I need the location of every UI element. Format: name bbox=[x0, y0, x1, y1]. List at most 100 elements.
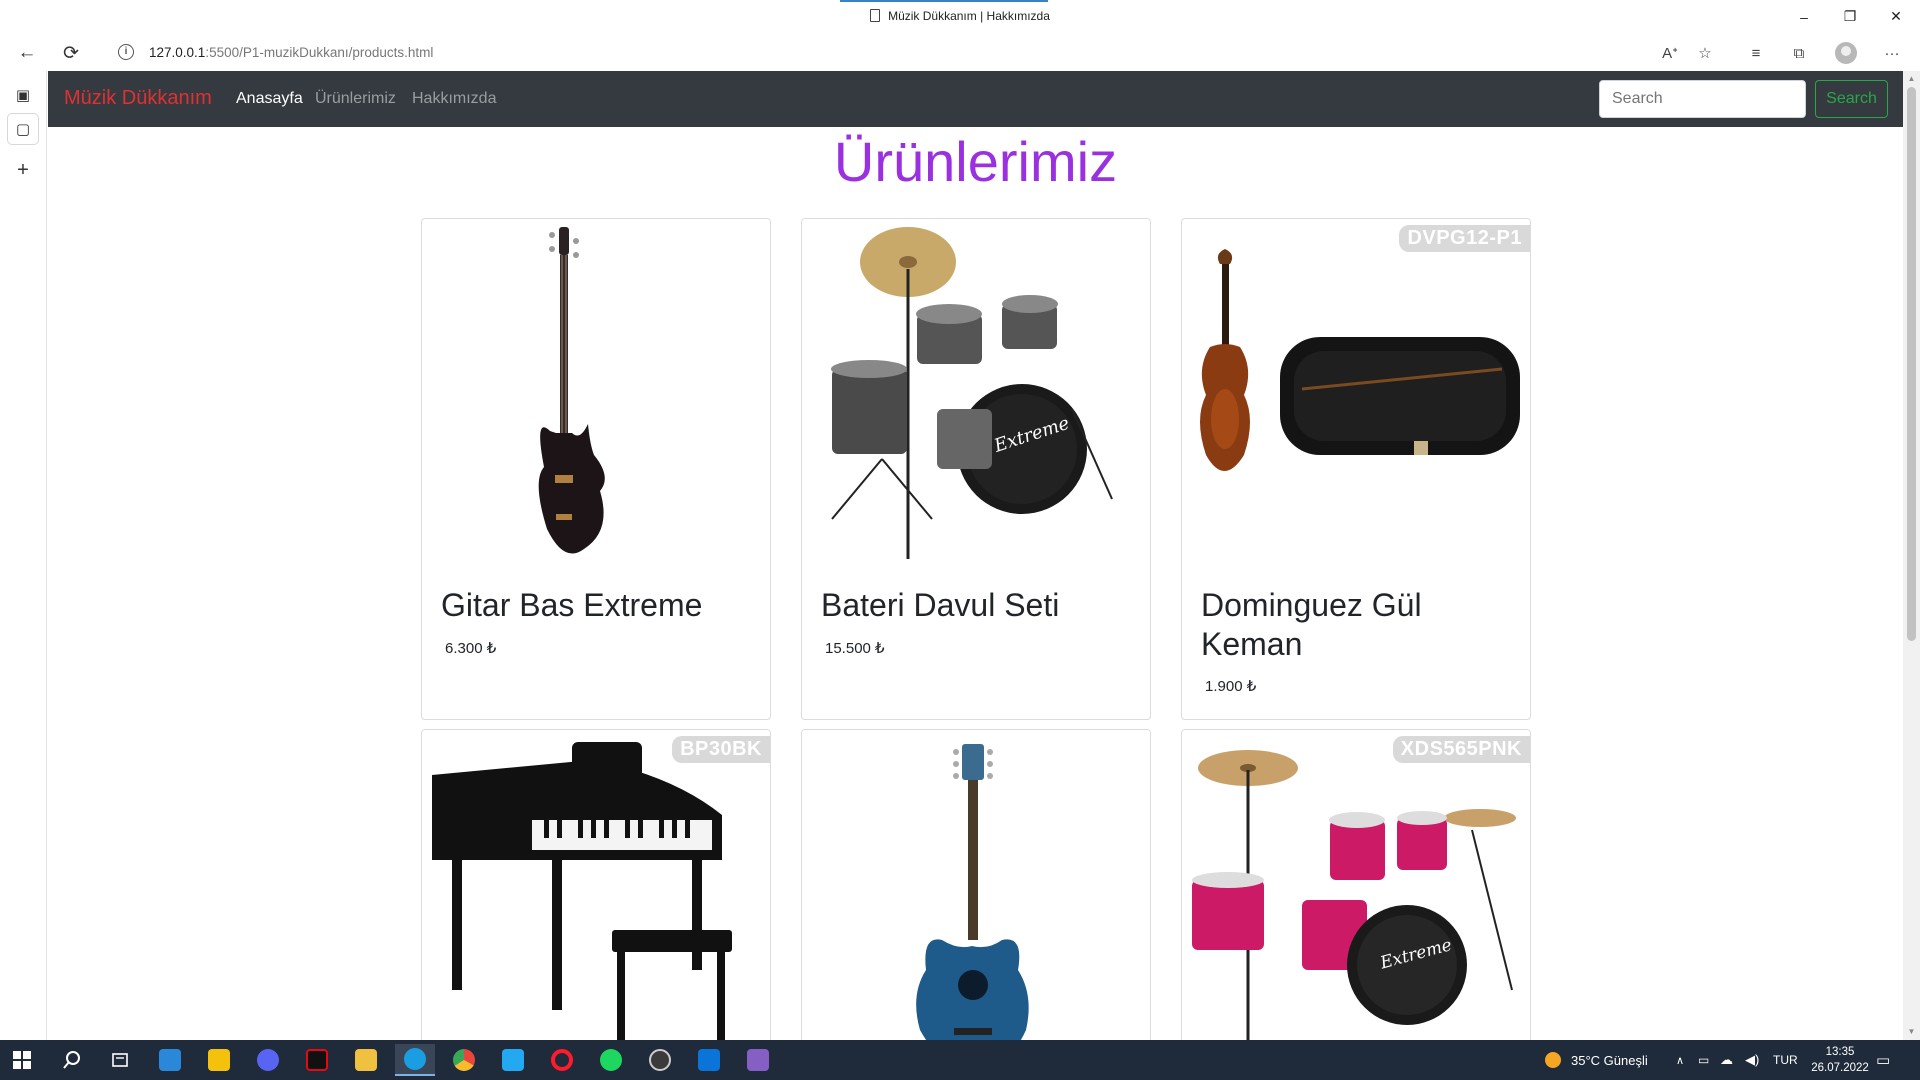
collections-icon[interactable]: ⧉ bbox=[1783, 37, 1815, 69]
product-card[interactable]: XDS565PNK Extreme bbox=[1181, 729, 1531, 1040]
product-price: 1.900 ₺ bbox=[1205, 678, 1257, 695]
product-image-piano[interactable]: BP30BK bbox=[422, 730, 770, 1040]
close-button[interactable]: ✕ bbox=[1873, 0, 1919, 33]
magnifier-icon bbox=[63, 1051, 80, 1069]
nav-link-about[interactable]: Hakkımızda bbox=[412, 90, 496, 108]
profile-icon[interactable] bbox=[1830, 37, 1862, 69]
product-name: Bateri Davul Seti bbox=[821, 587, 1060, 623]
product-image-violin[interactable]: DVPG12-P1 bbox=[1182, 219, 1530, 569]
back-arrow-icon[interactable]: ← bbox=[11, 37, 43, 69]
minimize-button[interactable]: – bbox=[1781, 0, 1827, 33]
mail-icon[interactable] bbox=[689, 1044, 729, 1076]
spotify-app-icon bbox=[600, 1049, 622, 1071]
product-image-acoustic-guitar[interactable] bbox=[802, 730, 1150, 1040]
notification-icon[interactable]: ▭ bbox=[1876, 1040, 1890, 1080]
store-app-icon bbox=[159, 1049, 181, 1071]
chrome-icon[interactable] bbox=[444, 1044, 484, 1076]
address-bar-row: ← ⟳ i 127.0.0.1:5500/P1-muzikDukkanı/pro… bbox=[0, 33, 1920, 71]
vscode-icon[interactable] bbox=[493, 1044, 533, 1076]
mail-app-icon bbox=[698, 1049, 720, 1071]
discord-app-icon bbox=[257, 1049, 279, 1071]
file-explorer-icon[interactable] bbox=[346, 1044, 386, 1076]
acoustic-guitar-icon bbox=[916, 744, 1029, 1040]
netflix-icon[interactable] bbox=[297, 1044, 337, 1076]
product-card[interactable]: Gitar Bas Extreme 6.300 ₺ bbox=[421, 218, 771, 720]
url-text[interactable]: 127.0.0.1:5500/P1-muzikDukkanı/products.… bbox=[149, 45, 433, 60]
weather-widget[interactable]: 35°C Güneşli bbox=[1545, 1040, 1648, 1080]
product-price: 15.500 ₺ bbox=[825, 640, 885, 657]
window-title: Müzik Dükkanım | Hakkımızda bbox=[0, 9, 1920, 23]
nav-link-home[interactable]: Anasayfa bbox=[236, 90, 303, 108]
opera-app-icon bbox=[551, 1049, 573, 1071]
page-tab-icon[interactable]: ▢ bbox=[8, 114, 38, 144]
product-name: Dominguez Gül Keman bbox=[1201, 587, 1422, 662]
windows-taskbar: 35°C Güneşli ∧ ▭ ☁ ◀) TUR 13:35 26.07.20… bbox=[0, 1040, 1920, 1080]
volume-icon[interactable]: ◀) bbox=[1745, 1040, 1759, 1080]
product-image-drum-set[interactable]: Extreme bbox=[802, 219, 1150, 569]
scroll-down-icon[interactable]: ▼ bbox=[1903, 1024, 1920, 1040]
product-image-bass-guitar[interactable] bbox=[422, 219, 770, 569]
product-card[interactable]: DVPG12-P1 Dominguez Gül Keman 1.900 ₺ bbox=[1181, 218, 1531, 720]
onedrive-icon[interactable]: ☁ bbox=[1720, 1040, 1733, 1080]
violin-icon bbox=[1200, 249, 1520, 471]
page-viewport: Müzik Dükkanım Anasayfa Ürünlerimiz Hakk… bbox=[48, 71, 1903, 1040]
info-icon[interactable]: i bbox=[118, 44, 134, 60]
nav-link-products[interactable]: Ürünlerimiz bbox=[315, 90, 396, 108]
file-explorer-app-icon bbox=[355, 1049, 377, 1071]
product-name: Gitar Bas Extreme bbox=[441, 587, 703, 623]
product-card[interactable] bbox=[801, 729, 1151, 1040]
language-indicator[interactable]: TUR bbox=[1773, 1040, 1798, 1080]
read-aloud-icon[interactable]: Aᐩ bbox=[1654, 37, 1686, 69]
product-image-pink-drum-set[interactable]: XDS565PNK Extreme bbox=[1182, 730, 1530, 1040]
restore-button[interactable]: ❐ bbox=[1827, 0, 1873, 33]
site-navbar: Müzik Dükkanım Anasayfa Ürünlerimiz Hakk… bbox=[48, 71, 1903, 127]
discord-icon[interactable] bbox=[248, 1044, 288, 1076]
refresh-icon[interactable]: ⟳ bbox=[55, 37, 87, 69]
store-icon[interactable] bbox=[150, 1044, 190, 1076]
add-favorite-icon[interactable]: ☆ bbox=[1689, 37, 1721, 69]
sun-icon bbox=[1545, 1052, 1561, 1068]
favorites-icon[interactable]: ≡ bbox=[1740, 37, 1772, 69]
search-button[interactable]: Search bbox=[1815, 80, 1888, 118]
scroll-up-icon[interactable]: ▲ bbox=[1903, 71, 1920, 87]
product-price: 6.300 ₺ bbox=[445, 640, 497, 657]
url-bar[interactable]: i 127.0.0.1:5500/P1-muzikDukkanı/product… bbox=[100, 36, 1713, 68]
visual-studio-icon[interactable] bbox=[738, 1044, 778, 1076]
product-sku-badge: DVPG12-P1 bbox=[1399, 225, 1530, 252]
browser-sidebar: ▣ ▢ + bbox=[0, 71, 47, 1040]
scrollbar-thumb[interactable] bbox=[1907, 87, 1916, 641]
visual-studio-app-icon bbox=[747, 1049, 769, 1071]
product-sku-badge: XDS565PNK bbox=[1392, 736, 1530, 763]
weather-text: 35°C Güneşli bbox=[1571, 1052, 1648, 1068]
avatar bbox=[1835, 42, 1857, 64]
windows-start-icon[interactable] bbox=[2, 1044, 42, 1076]
obs-app-icon bbox=[649, 1049, 671, 1071]
tab-actions-icon[interactable]: ▣ bbox=[8, 80, 38, 110]
more-icon[interactable]: ··· bbox=[1876, 37, 1908, 69]
product-card[interactable]: BP30BK bbox=[421, 729, 771, 1040]
search-input[interactable] bbox=[1599, 80, 1806, 118]
obs-icon[interactable] bbox=[640, 1044, 680, 1076]
chrome-app-icon bbox=[453, 1049, 475, 1071]
windows-logo-icon bbox=[13, 1051, 31, 1069]
pink-drum-set-icon: Extreme bbox=[1192, 750, 1516, 1040]
clock[interactable]: 13:35 26.07.2022 bbox=[1805, 1040, 1875, 1080]
spotify-icon[interactable] bbox=[591, 1044, 631, 1076]
network-icon[interactable]: ▭ bbox=[1698, 1040, 1709, 1080]
new-tab-icon[interactable]: + bbox=[8, 155, 38, 185]
product-sku-badge: BP30BK bbox=[672, 736, 770, 763]
task-view-icon[interactable] bbox=[100, 1044, 140, 1076]
edge-icon[interactable] bbox=[395, 1044, 435, 1076]
netflix-app-icon bbox=[306, 1049, 328, 1071]
tray-chevron-icon[interactable]: ∧ bbox=[1676, 1040, 1684, 1080]
product-card[interactable]: Extreme Bateri Davul Seti 15.500 ₺ bbox=[801, 218, 1151, 720]
page-scrollbar[interactable]: ▲ ▼ bbox=[1903, 71, 1920, 1040]
site-brand[interactable]: Müzik Dükkanım bbox=[64, 87, 212, 110]
active-tab-indicator bbox=[840, 0, 1048, 2]
search-icon[interactable] bbox=[52, 1044, 92, 1076]
opera-icon[interactable] bbox=[542, 1044, 582, 1076]
bass-guitar-icon bbox=[538, 227, 605, 554]
drum-set-icon: Extreme bbox=[831, 227, 1113, 559]
page-heading: Ürünlerimiz bbox=[833, 130, 1118, 193]
sticky-notes-icon[interactable] bbox=[199, 1044, 239, 1076]
